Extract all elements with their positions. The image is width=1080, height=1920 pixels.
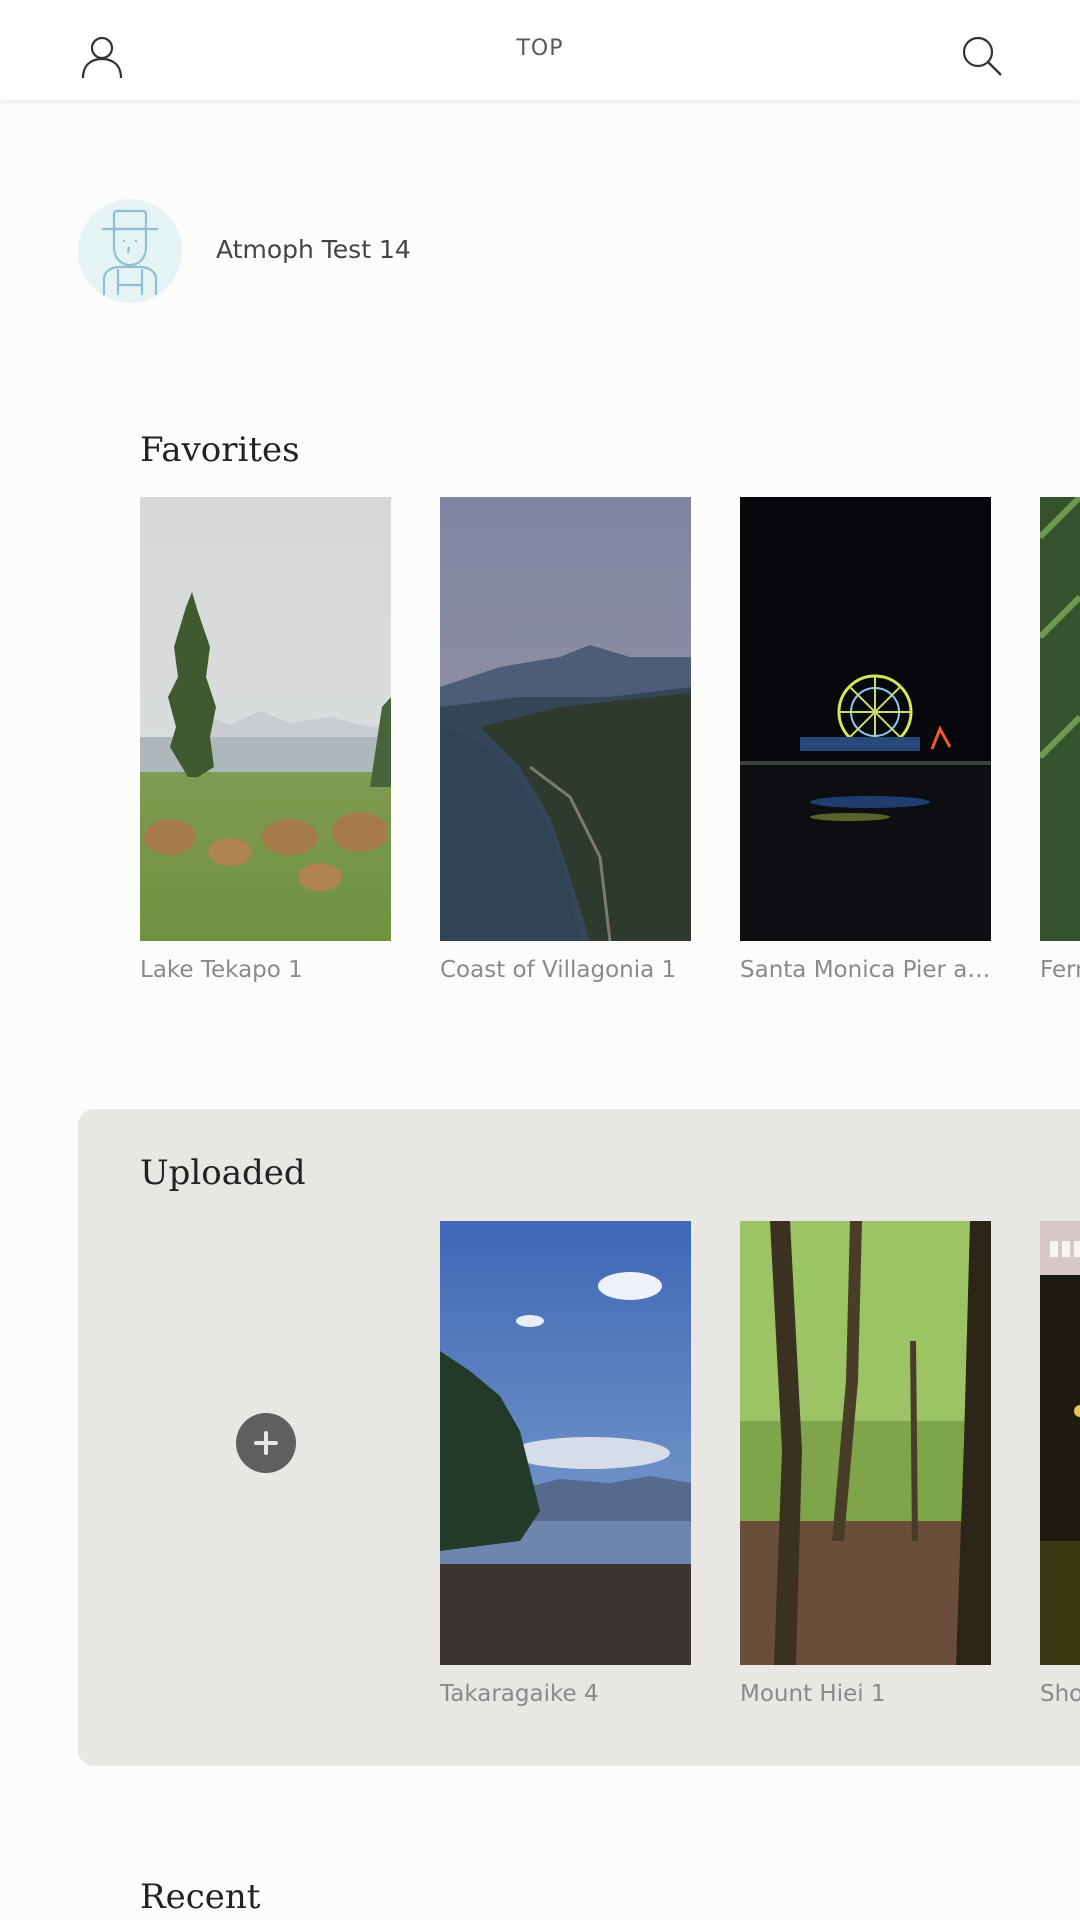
favorite-card-2[interactable]: Coast of Villagonia 1 bbox=[440, 497, 691, 983]
santa-monica-pier-thumbnail bbox=[740, 497, 991, 941]
page: TOP Atmoph Test 14 Favorites Lake Tekapo… bbox=[0, 0, 1080, 1920]
favorite-card-4[interactable]: Fern bbox=[1040, 497, 1080, 983]
user-name: Atmoph Test 14 bbox=[216, 235, 411, 264]
favorites-title: Favorites bbox=[140, 430, 300, 470]
sho-thumbnail bbox=[1040, 1221, 1080, 1665]
card-caption: Coast of Villagonia 1 bbox=[440, 957, 677, 983]
takaragaike-thumbnail bbox=[440, 1221, 691, 1665]
card-caption: Lake Tekapo 1 bbox=[140, 957, 303, 983]
fern-thumbnail bbox=[1040, 497, 1080, 941]
explorer-avatar-icon bbox=[102, 209, 158, 295]
page-title: TOP bbox=[516, 36, 564, 61]
card-caption: Fern bbox=[1040, 957, 1080, 983]
favorite-card-3[interactable]: Santa Monica Pier at... bbox=[740, 497, 991, 983]
avatar bbox=[78, 199, 182, 303]
search-button[interactable] bbox=[960, 34, 1004, 78]
uploaded-title: Uploaded bbox=[140, 1153, 306, 1193]
card-caption: Takaragaike 4 bbox=[440, 1681, 599, 1707]
recent-title: Recent bbox=[140, 1877, 261, 1917]
uploaded-card-3[interactable]: Sho bbox=[1040, 1221, 1080, 1707]
lake-tekapo-thumbnail bbox=[140, 497, 391, 941]
favorite-card-1[interactable]: Lake Tekapo 1 bbox=[140, 497, 391, 983]
uploaded-card-2[interactable]: Mount Hiei 1 bbox=[740, 1221, 991, 1707]
card-caption: Mount Hiei 1 bbox=[740, 1681, 886, 1707]
mount-hiei-thumbnail bbox=[740, 1221, 991, 1665]
card-caption: Sho bbox=[1040, 1681, 1080, 1707]
uploaded-card-1[interactable]: Takaragaike 4 bbox=[440, 1221, 691, 1707]
card-caption: Santa Monica Pier at... bbox=[740, 957, 991, 983]
add-upload-button[interactable] bbox=[236, 1413, 296, 1473]
search-icon bbox=[962, 36, 1002, 76]
coast-of-villagonia-thumbnail bbox=[440, 497, 691, 941]
top-bar: TOP bbox=[0, 0, 1080, 100]
